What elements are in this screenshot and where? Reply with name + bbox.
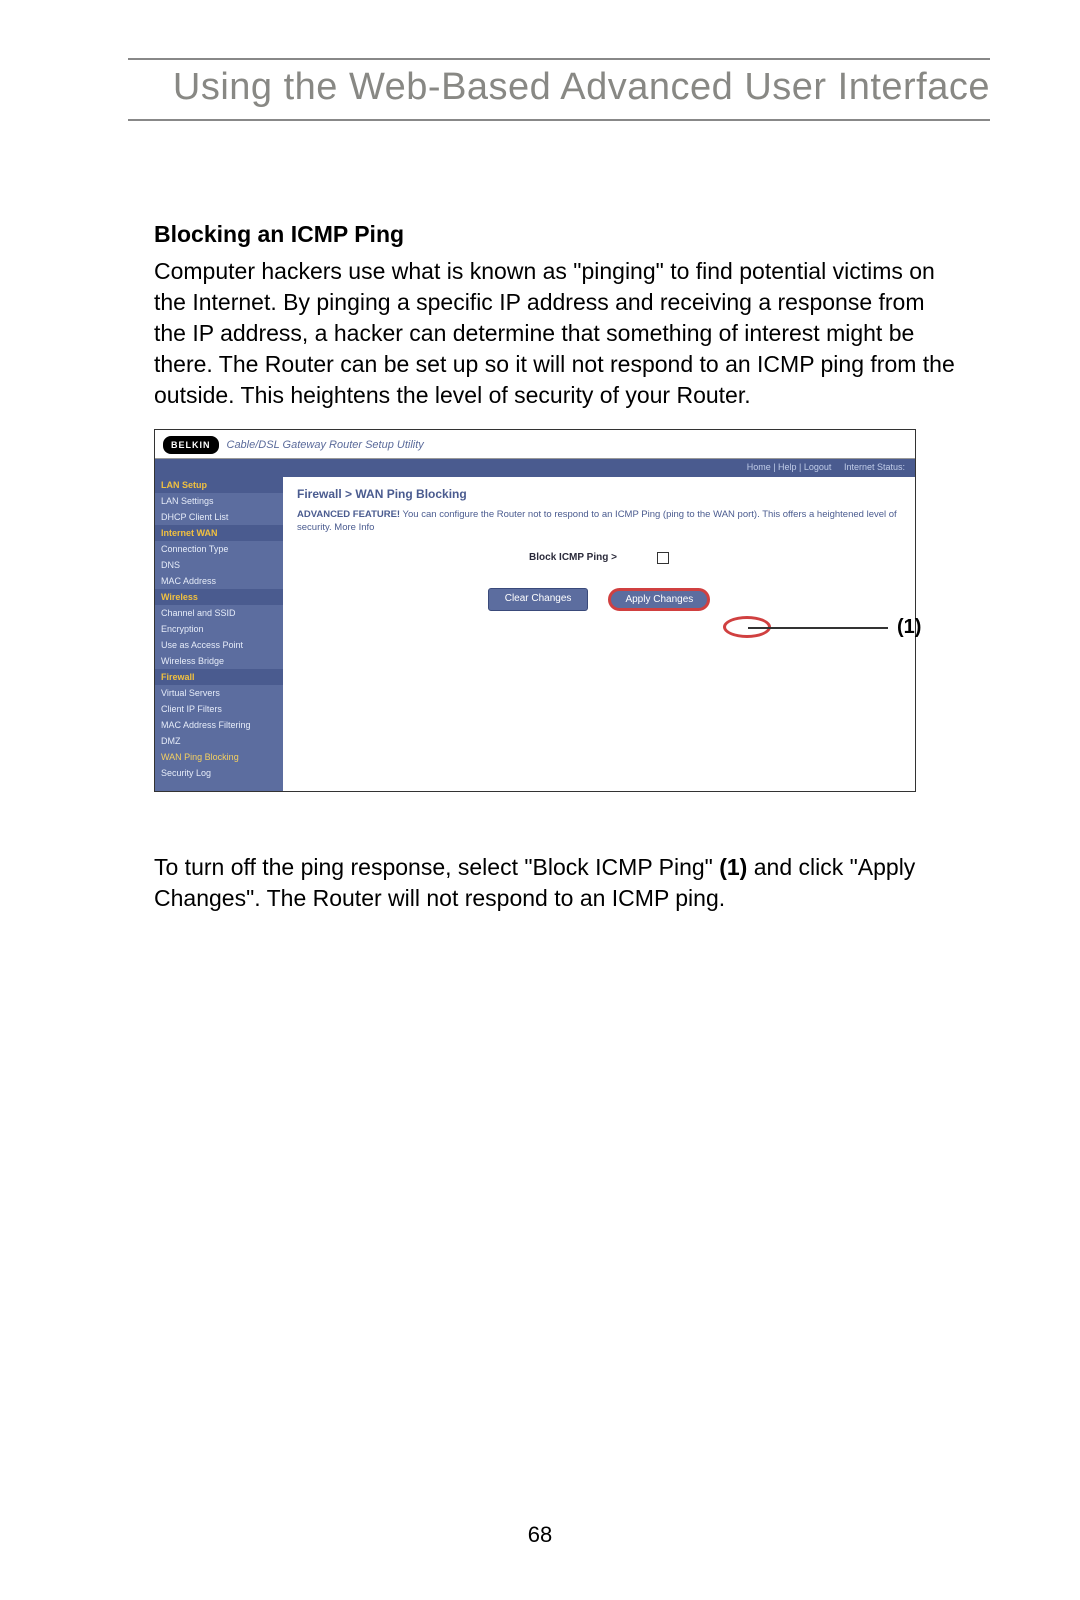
button-row: Clear Changes Apply Changes	[297, 588, 901, 611]
sidebar-head-wan: Internet WAN	[155, 525, 283, 541]
sidebar-item[interactable]: DMZ	[155, 733, 283, 749]
belkin-logo: BELKIN	[163, 436, 219, 454]
sidebar-head-wireless: Wireless	[155, 589, 283, 605]
router-ui-screenshot: BELKIN Cable/DSL Gateway Router Setup Ut…	[154, 429, 916, 792]
annotation-label: (1)	[897, 616, 921, 639]
main-panel: Firewall > WAN Ping Blocking ADVANCED FE…	[283, 477, 915, 791]
sidebar-item[interactable]: Encryption	[155, 621, 283, 637]
ui-header: BELKIN Cable/DSL Gateway Router Setup Ut…	[155, 430, 915, 459]
apply-changes-button[interactable]: Apply Changes	[608, 588, 710, 611]
breadcrumb: Firewall > WAN Ping Blocking	[297, 487, 901, 501]
block-icmp-checkbox[interactable]	[657, 552, 669, 564]
content-area: Blocking an ICMP Ping Computer hackers u…	[154, 221, 960, 914]
topbar-links[interactable]: Home | Help | Logout	[747, 462, 832, 472]
sidebar-item-active[interactable]: WAN Ping Blocking	[155, 749, 283, 765]
page-title: Using the Web-Based Advanced User Interf…	[128, 66, 990, 109]
sidebar-head-lan: LAN Setup	[155, 477, 283, 493]
sidebar-item[interactable]: Channel and SSID	[155, 605, 283, 621]
block-icmp-label: Block ICMP Ping >	[529, 552, 617, 563]
checkbox-row: Block ICMP Ping >	[297, 552, 901, 564]
sidebar-item[interactable]: Use as Access Point	[155, 637, 283, 653]
page-number: 68	[0, 1522, 1080, 1548]
sidebar-item[interactable]: Client IP Filters	[155, 701, 283, 717]
sidebar-item[interactable]: LAN Settings	[155, 493, 283, 509]
sidebar-item[interactable]: MAC Address	[155, 573, 283, 589]
sidebar-item[interactable]: DNS	[155, 557, 283, 573]
instruction-paragraph: To turn off the ping response, select "B…	[154, 852, 960, 914]
sidebar-item[interactable]: MAC Address Filtering	[155, 717, 283, 733]
feature-lead: ADVANCED FEATURE!	[297, 509, 400, 520]
annotation-line-icon	[748, 627, 888, 629]
sidebar-item[interactable]: Security Log	[155, 765, 283, 781]
sidebar-item[interactable]: DHCP Client List	[155, 509, 283, 525]
utility-title: Cable/DSL Gateway Router Setup Utility	[227, 439, 424, 451]
section-title: Blocking an ICMP Ping	[154, 221, 960, 248]
intro-paragraph: Computer hackers use what is known as "p…	[154, 256, 960, 411]
feature-description: ADVANCED FEATURE! You can configure the …	[297, 509, 901, 534]
sidebar-head-firewall: Firewall	[155, 669, 283, 685]
ui-topbar: Home | Help | Logout Internet Status:	[155, 459, 915, 477]
ui-body: LAN Setup LAN Settings DHCP Client List …	[155, 477, 915, 791]
sidebar: LAN Setup LAN Settings DHCP Client List …	[155, 477, 283, 791]
sidebar-item[interactable]: Connection Type	[155, 541, 283, 557]
page-header: Using the Web-Based Advanced User Interf…	[128, 58, 990, 121]
sidebar-item[interactable]: Virtual Servers	[155, 685, 283, 701]
sidebar-item[interactable]: Wireless Bridge	[155, 653, 283, 669]
topbar-status: Internet Status:	[844, 462, 905, 472]
clear-changes-button[interactable]: Clear Changes	[488, 588, 589, 611]
